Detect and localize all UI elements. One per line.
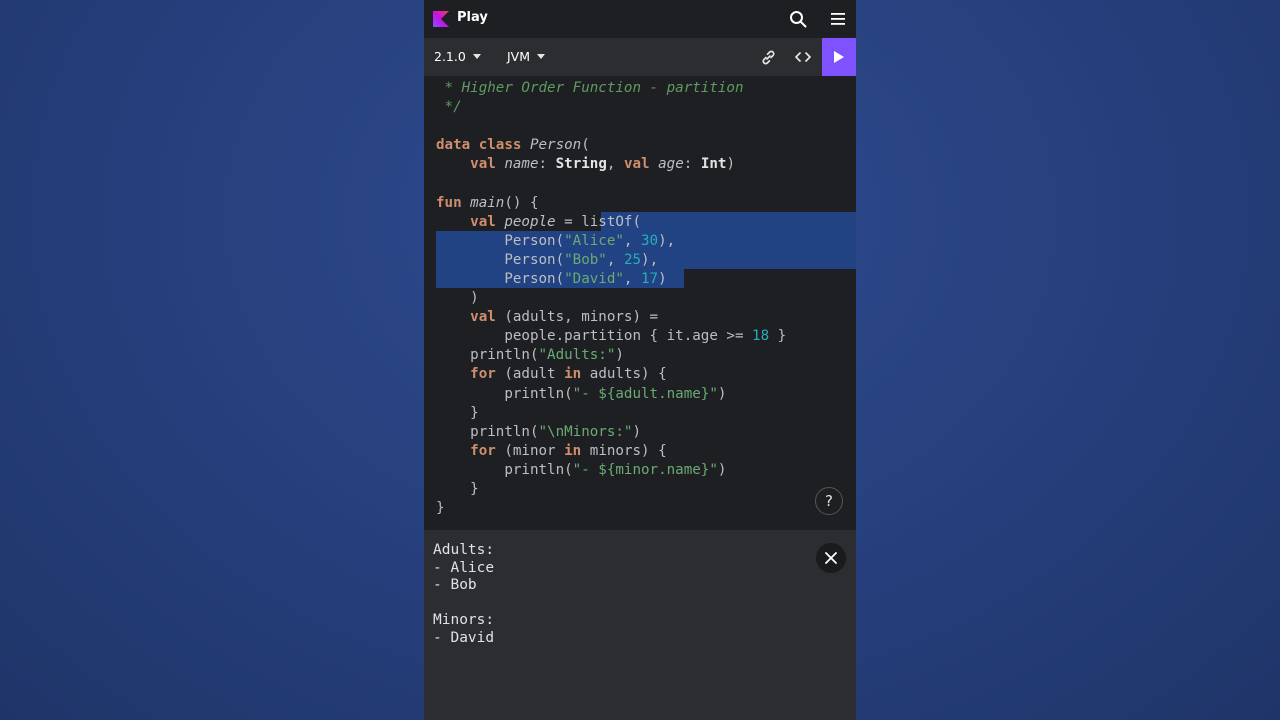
code-line: fun main() { [436,194,539,211]
code-line: Person("Alice", 30), [436,232,676,249]
code-line: } [436,404,479,421]
code-line: val name: String, val age: Int) [470,156,736,173]
code-line: for (minor in minors) { [470,442,667,459]
code-line: data class Person( [436,137,590,154]
code-line: val (adults, minors) = [470,309,659,326]
embed-code-button[interactable] [789,43,817,71]
chevron-down-icon [472,54,481,59]
code-line: } [436,500,445,517]
search-button[interactable] [784,5,812,33]
code-line: for (adult in adults) { [470,366,667,383]
code-line: println("Adults:") [436,347,624,364]
share-link-button[interactable] [754,43,782,71]
code-line: println("- ${minor.name}") [436,461,727,478]
code-line: people.partition { it.age >= 18 } [436,328,787,345]
code-content[interactable]: * Higher Order Function - partition */ d… [436,79,786,518]
output-panel: Adults: - Alice - Bob Minors: - David [424,530,856,720]
chevron-down-icon [537,54,546,59]
code-line: Person("David", 17) [436,270,667,287]
code-line: * Higher Order Function - partition [436,80,744,96]
code-line: */ [436,99,462,116]
play-icon [834,51,844,63]
code-editor[interactable]: * Higher Order Function - partition */ d… [424,76,856,530]
help-button[interactable]: ? [815,487,843,515]
run-button[interactable] [822,38,856,76]
platform-select[interactable]: JVM [507,49,546,64]
hamburger-menu-icon [831,13,845,25]
platform-value: JVM [507,49,531,64]
top-bar: Play [424,0,856,38]
code-line: ) [436,290,479,307]
code-line: } [436,480,479,497]
code-line: println("\nMinors:") [436,423,642,440]
kotlin-version-select[interactable]: 2.1.0 [434,49,481,64]
code-line: val people = listOf( [470,213,642,230]
code-line: println("- ${adult.name}") [436,385,727,402]
kotlin-version-value: 2.1.0 [434,49,466,64]
link-icon [762,50,774,64]
editor-toolbar: 2.1.0 JVM [424,38,856,76]
playground-window: Play 2.1.0 JVM * Higher Order Function -… [424,0,856,720]
menu-button[interactable] [824,5,852,33]
search-icon [790,11,807,28]
close-icon [825,552,837,564]
code-line: Person("Bob", 25), [436,251,659,268]
code-brackets-icon [795,52,811,62]
app-title: Play [457,10,488,25]
kotlin-logo-icon [433,11,449,27]
console-output: Adults: - Alice - Bob Minors: - David [433,542,495,646]
close-output-button[interactable] [816,543,846,573]
